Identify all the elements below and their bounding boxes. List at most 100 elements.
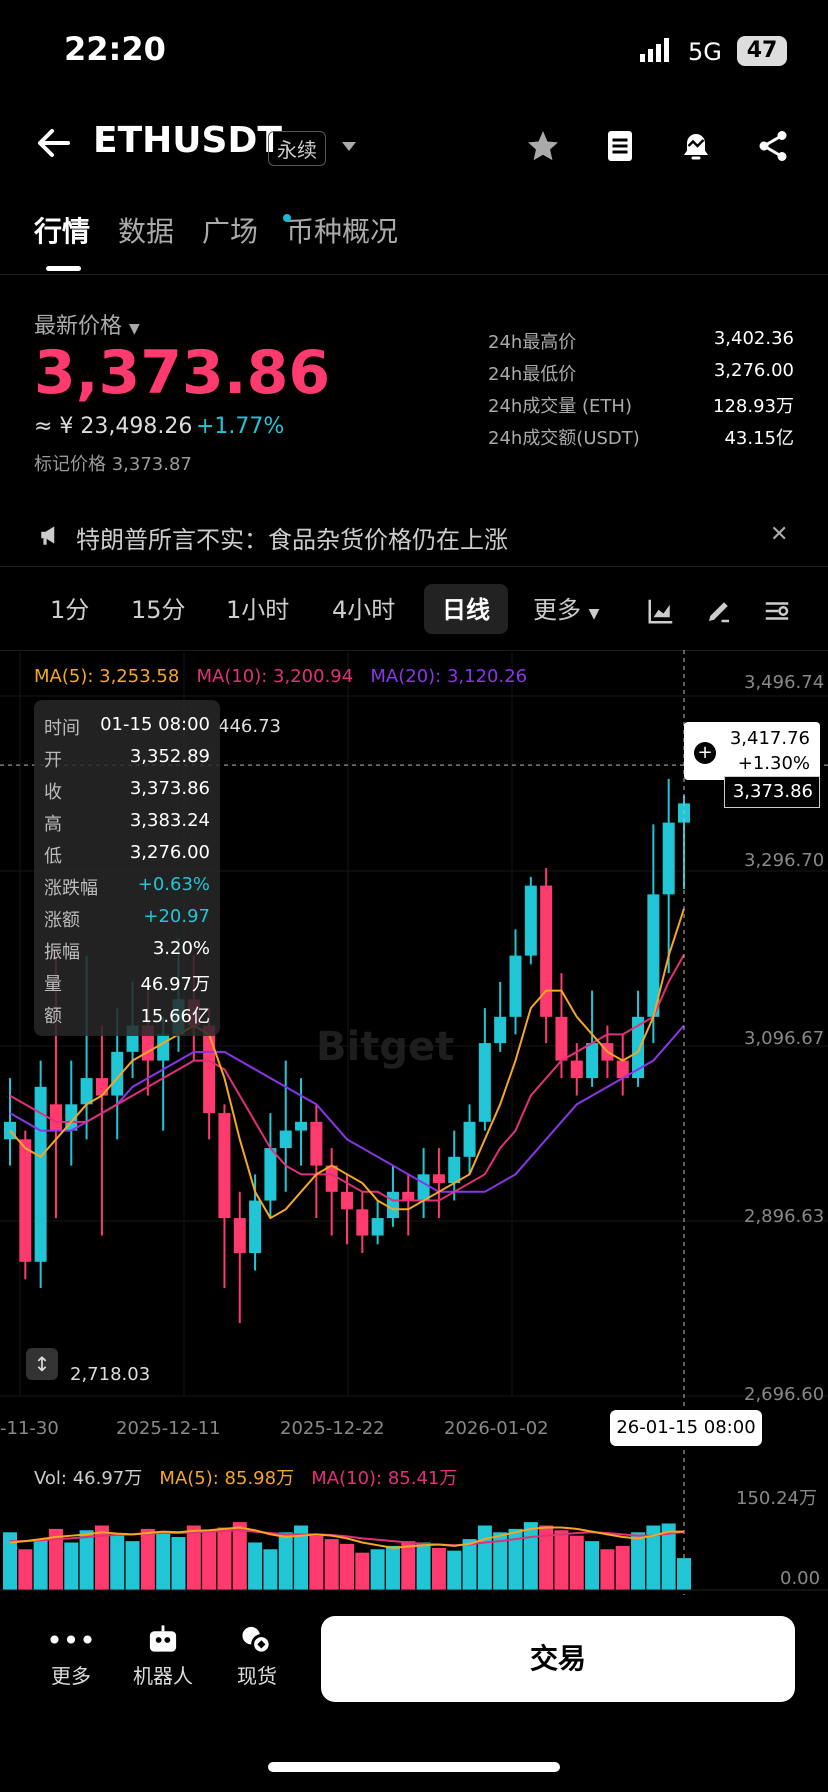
volume-bar: [278, 1532, 293, 1590]
volume-bar: [217, 1527, 232, 1590]
volume-bar: [156, 1532, 171, 1590]
volume-bar: [569, 1535, 584, 1590]
close-icon[interactable]: ✕: [770, 522, 788, 547]
symbol-dropdown-icon[interactable]: [342, 142, 356, 151]
document-icon[interactable]: [602, 128, 638, 164]
interval-4h[interactable]: 4小时: [332, 590, 395, 625]
nav-spot[interactable]: 现货: [222, 1624, 292, 1689]
add-order-icon[interactable]: +: [694, 742, 716, 764]
volume-bar: [523, 1522, 538, 1590]
home-indicator: [268, 1762, 560, 1772]
volume-bar: [110, 1535, 125, 1590]
candle-body: [371, 1218, 384, 1236]
volume-bar: [324, 1539, 339, 1590]
y-tick: 3,496.74: [744, 672, 825, 693]
stat-row: 24h最高价 3,402.36: [488, 328, 794, 353]
cny-price: ≈ ¥ 23,498.26: [34, 414, 193, 439]
candle-body: [233, 1218, 246, 1254]
interval-1h[interactable]: 1小时: [226, 590, 289, 625]
coins-icon: [222, 1624, 292, 1660]
candle-body: [417, 1174, 430, 1201]
candle-body: [509, 955, 522, 1017]
candle-body: [325, 1165, 338, 1192]
candle-body: [570, 1060, 583, 1079]
volume-bar: [340, 1543, 354, 1590]
candle-body: [19, 1139, 32, 1262]
volume-bar: [248, 1542, 263, 1590]
battery-icon: 47: [737, 36, 787, 66]
candle-body: [341, 1191, 353, 1210]
alert-bell-icon[interactable]: [678, 128, 714, 164]
ma20-label: MA(20): 3,120.26: [370, 666, 528, 687]
news-banner[interactable]: 特朗普所言不实：食品杂货价格仍在上涨: [38, 520, 508, 555]
candle-body: [478, 1043, 491, 1122]
back-arrow-icon[interactable]: [34, 123, 74, 163]
volume-bar: [615, 1545, 630, 1590]
volume-bar: [631, 1532, 646, 1590]
y-tick: 3,096.67: [744, 1028, 825, 1049]
candle-body: [540, 885, 553, 1017]
y-tick: 2,696.60: [744, 1384, 825, 1405]
stats-panel: 24h最高价 3,402.36 24h最低价 3,276.00 24h成交量 (ET…: [488, 328, 794, 456]
tab-overview[interactable]: 币种概况: [286, 210, 398, 250]
candle-body: [249, 1200, 262, 1254]
stat-row: 24h成交额(USDT) 43.15亿: [488, 428, 794, 449]
volume-bar: [416, 1542, 431, 1590]
tab-market[interactable]: 行情: [34, 210, 90, 250]
candle-body: [295, 1121, 308, 1131]
trade-button[interactable]: 交易: [321, 1616, 795, 1702]
candle-body: [356, 1209, 369, 1236]
draw-tool-icon[interactable]: [704, 596, 734, 626]
contract-tag: 永续: [268, 131, 326, 166]
candle-body: [386, 1191, 399, 1219]
star-icon[interactable]: [525, 128, 561, 164]
high-label: 446.73: [218, 716, 281, 737]
x-tick: 2026-01-02: [444, 1418, 549, 1439]
last-price-tag: 3,373.86: [724, 776, 820, 808]
latest-price-label[interactable]: 最新价格 ▼: [34, 308, 140, 340]
candle-body: [586, 1043, 599, 1079]
interval-1m[interactable]: 1分: [50, 590, 89, 625]
status-time: 22:20: [64, 30, 166, 68]
interval-more[interactable]: 更多 ▼: [533, 590, 599, 625]
interval-1d[interactable]: 日线: [442, 590, 490, 625]
volume-bar: [600, 1549, 615, 1590]
volume-bar: [477, 1525, 492, 1590]
change-percent: +1.77%: [196, 414, 285, 439]
candle-body: [264, 1148, 277, 1201]
candle-body: [203, 1025, 216, 1114]
nav-robot[interactable]: 机器人: [128, 1624, 198, 1689]
notification-dot: [283, 214, 291, 222]
y-tick: 2,896.63: [744, 1206, 825, 1227]
news-text: 特朗普所言不实：食品杂货价格仍在上涨: [76, 526, 508, 554]
last-price: 3,373.86: [34, 338, 331, 408]
share-icon[interactable]: [755, 128, 791, 164]
candle-body: [662, 822, 675, 895]
volume-bar: [355, 1552, 370, 1590]
tab-data[interactable]: 数据: [118, 210, 174, 250]
volume-bar: [140, 1528, 155, 1590]
tab-square[interactable]: 广场: [202, 210, 258, 250]
interval-15m[interactable]: 15分: [131, 590, 186, 625]
x-tick: -11-30: [0, 1418, 59, 1439]
volume-bar: [431, 1547, 446, 1590]
volume-bar: [64, 1542, 79, 1590]
vol-tick: 0.00: [780, 1568, 821, 1589]
symbol-title[interactable]: ETHUSDT: [93, 120, 282, 161]
volume-bar: [370, 1549, 385, 1590]
candle-body: [402, 1191, 415, 1201]
candle-body: [555, 1016, 568, 1061]
candle-body: [49, 1104, 62, 1131]
chart-type-icon[interactable]: [646, 596, 676, 626]
volume-bar: [462, 1539, 477, 1590]
expand-icon[interactable]: ↕: [26, 1348, 58, 1380]
volume-bar: [385, 1545, 400, 1590]
candle-tooltip: 时间 01-15 08:00 开 3,352.89 收 3,373.86 高 3,383…: [34, 700, 220, 1036]
robot-icon: [128, 1624, 198, 1660]
candle-body: [494, 1016, 507, 1044]
network-label: 5G: [688, 38, 722, 66]
nav-more[interactable]: ••• 更多: [36, 1624, 106, 1689]
candle-body: [218, 1113, 231, 1219]
settings-sliders-icon[interactable]: [762, 596, 792, 626]
top-tabs: 行情 数据 广场 币种概况: [34, 210, 398, 250]
